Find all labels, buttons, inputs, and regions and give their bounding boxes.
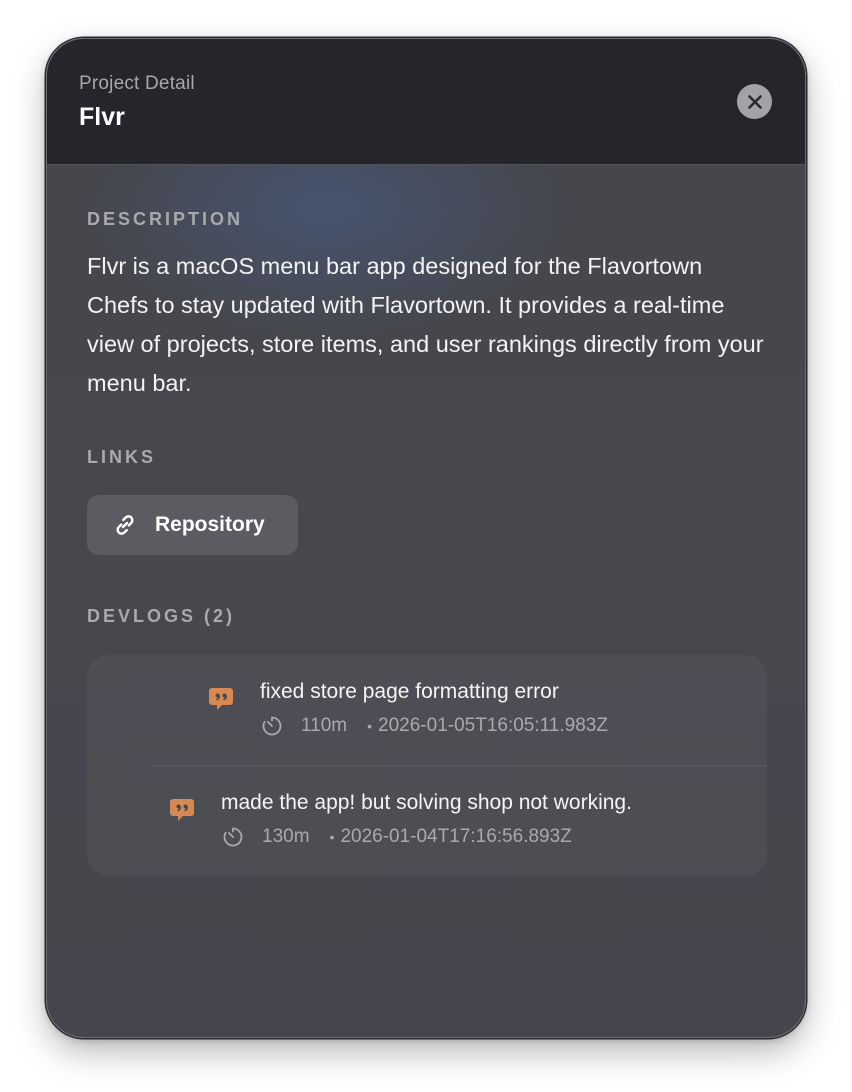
devlog-timestamp: 2026-01-05T16:05:11.983Z (378, 715, 608, 736)
description-label: DESCRIPTION (87, 209, 244, 229)
devlog-meta: 110m • 2026-01-05T16:05:11.983Z (261, 715, 608, 737)
devlog-item[interactable]: made the app! but solving shop not worki… (87, 766, 767, 876)
project-title: Flvr (79, 103, 125, 131)
meta-separator: • (367, 718, 373, 734)
devlog-title: made the app! but solving shop not worki… (221, 791, 632, 814)
devlog-timestamp: 2026-01-04T17:16:56.893Z (340, 826, 572, 847)
quote-bubble-icon (170, 799, 194, 821)
close-icon (747, 94, 762, 109)
header-kicker: Project Detail (79, 73, 195, 94)
devlogs-list: fixed store page formatting error 110m •… (87, 655, 767, 876)
quote-bubble-icon (209, 688, 233, 710)
devlogs-label: DEVLOGS (2) (87, 606, 236, 626)
devlog-meta: 130m • 2026-01-04T17:16:56.893Z (222, 826, 572, 848)
link-icon (111, 511, 139, 539)
description-text: Flvr is a macOS menu bar app designed fo… (87, 253, 764, 396)
timer-icon (261, 715, 283, 737)
header: Project Detail Flvr (47, 39, 805, 165)
timer-icon (222, 826, 244, 848)
devlog-item[interactable]: fixed store page formatting error 110m •… (87, 655, 767, 765)
close-button[interactable] (737, 84, 772, 119)
devlog-title: fixed store page formatting error (260, 680, 559, 703)
links-label: LINKS (87, 447, 156, 467)
repository-label: Repository (155, 513, 265, 536)
devlog-duration: 110m (301, 715, 348, 736)
project-detail-window: Project Detail Flvr DESCRIPTION Flvr is … (46, 38, 806, 1038)
repository-link-button[interactable]: Repository (87, 495, 298, 555)
devlog-duration: 130m (262, 826, 310, 847)
meta-separator: • (329, 829, 335, 845)
